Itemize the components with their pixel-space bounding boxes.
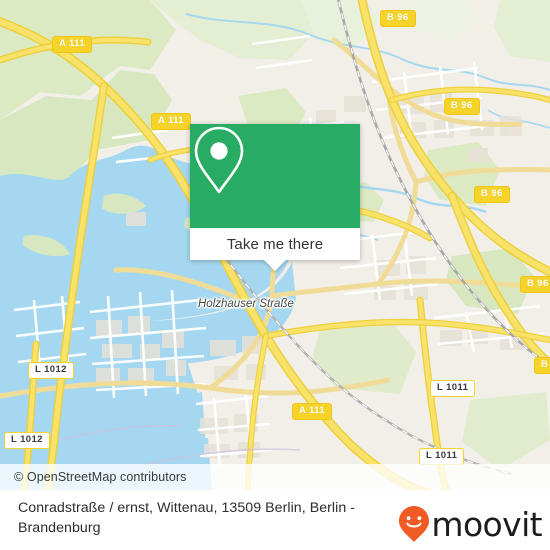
road-shield-b96-right[interactable]: B 96 <box>520 276 550 293</box>
road-shield-l1011-lower[interactable]: L 1011 <box>419 448 465 465</box>
road-shield-b96-top[interactable]: B 96 <box>380 10 416 27</box>
road-shield-b96-mid[interactable]: B 96 <box>474 186 510 203</box>
location-address-title: Conradstraße / ernst, Wittenau, 13509 Be… <box>18 500 356 536</box>
road-shield-b-edge[interactable]: B <box>534 357 550 374</box>
screenshot-root: A 111 A 111 A 111 B 96 B 96 B 96 B 96 B … <box>0 0 550 550</box>
road-shield-a111-nw[interactable]: A 111 <box>52 36 92 53</box>
road-shield-b96-upper[interactable]: B 96 <box>444 98 480 115</box>
road-shield-l1012-lower[interactable]: L 1012 <box>4 432 50 449</box>
map-canvas[interactable]: A 111 A 111 A 111 B 96 B 96 B 96 B 96 B … <box>0 0 550 490</box>
moovit-brand-lockup[interactable]: moovit <box>397 504 543 544</box>
callout-pointer-tail <box>264 260 286 271</box>
road-shield-l1012-upper[interactable]: L 1012 <box>28 362 74 379</box>
footer-bar: Conradstraße / ernst, Wittenau, 13509 Be… <box>0 490 550 550</box>
callout-pin-area <box>190 124 360 228</box>
take-me-there-button[interactable]: Take me there <box>190 228 360 260</box>
road-shield-a111-mid[interactable]: A 111 <box>151 113 191 130</box>
road-shield-a111-south[interactable]: A 111 <box>292 403 332 420</box>
map-attribution-bar: © OpenStreetMap contributors <box>0 464 550 490</box>
take-me-there-label: Take me there <box>226 235 324 253</box>
attribution-text[interactable]: © OpenStreetMap contributors <box>0 470 187 484</box>
place-label-holzhauser-strasse: Holzhauser Straße <box>198 298 294 310</box>
moovit-smiley-pin-icon <box>399 506 430 542</box>
location-callout-card[interactable]: Take me there <box>190 124 360 260</box>
map-pin-icon <box>194 126 244 194</box>
road-shield-l1011-upper[interactable]: L 1011 <box>430 380 476 397</box>
moovit-wordmark: moovit <box>431 504 542 544</box>
